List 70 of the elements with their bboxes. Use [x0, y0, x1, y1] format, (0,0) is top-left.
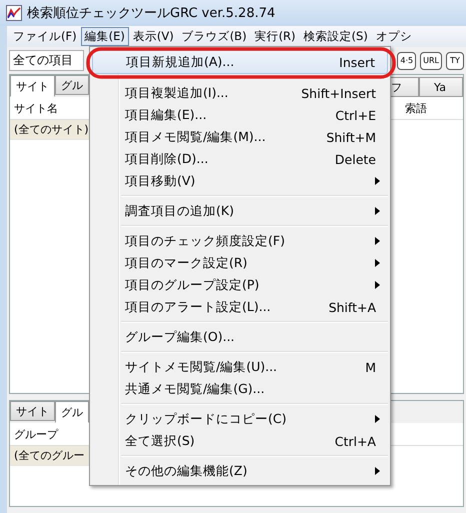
tab[interactable]: サイト [10, 401, 55, 421]
shortcut-label: Shift+Insert [301, 86, 376, 100]
submenu-arrow-icon [375, 237, 380, 245]
shortcut-label: M [365, 360, 376, 374]
menu-item[interactable]: 項目削除(D)... Delete [92, 148, 388, 170]
submenu-arrow-icon [375, 281, 380, 289]
menu-item[interactable]: 表示(V) [128, 27, 178, 46]
menu-item[interactable]: 編集(E) [80, 27, 129, 46]
toolbar-button[interactable]: URL [420, 52, 442, 70]
menu-item[interactable]: 項目移動(V) [92, 170, 388, 192]
menu-item[interactable]: 項目のグループ設定(P) [92, 274, 388, 296]
menu-item-label: その他の編集機能(Z) [125, 462, 248, 480]
shortcut-label: Shift+M [326, 130, 376, 144]
filter-dropdown[interactable]: 全ての項目 [9, 50, 84, 71]
menu-item[interactable]: クリップボードにコピー(C) [92, 408, 388, 430]
menu-item-label: 項目メモ閲覧/編集(M)... [125, 128, 267, 146]
menu-item[interactable]: オプシ [372, 27, 416, 46]
menu-item[interactable]: 項目メモ閲覧/編集(M)... Shift+M [92, 126, 388, 148]
column-header: グループ [14, 426, 58, 442]
menu-item-label: 共通メモ閲覧/編集(G)... [125, 380, 266, 398]
menu-item-label: 項目のアラート設定(L)... [125, 298, 272, 316]
toolbar-button[interactable]: 4·5 [397, 52, 416, 70]
shortcut-label: Ctrl+A [334, 434, 376, 448]
menu-item-label: 項目のチェック頻度設定(F) [125, 232, 286, 250]
tab[interactable]: グル [55, 401, 89, 423]
menu-item[interactable]: サイトメモ閲覧/編集(U)... M [92, 356, 388, 378]
menu-item-label: 項目削除(D)... [125, 150, 210, 168]
submenu-arrow-icon [375, 415, 380, 423]
menu-item[interactable]: 項目のマーク設定(R) [92, 252, 388, 274]
menu-item-label: 項目編集(E)... [125, 106, 208, 124]
menu-item-label: 項目移動(V) [125, 172, 196, 190]
menu-item-label: 項目複製追加(I)... [125, 84, 230, 102]
column-header: 索語 [405, 100, 427, 116]
menu-item-label: 項目新規追加(A)... [126, 54, 236, 70]
toolbar-button[interactable]: TY [446, 52, 464, 70]
menu-item[interactable]: 調査項目の追加(K) [92, 200, 388, 222]
tab[interactable]: サイト [10, 75, 55, 97]
menu-item[interactable]: 項目編集(E)... Ctrl+E [92, 104, 388, 126]
menu-item[interactable]: ファイル(F) [9, 27, 81, 46]
menu-item[interactable]: 検索設定(S) [300, 27, 372, 46]
menu-item[interactable]: 項目新規追加(A)... Insert [92, 50, 388, 74]
menu-item[interactable]: 実行(R) [250, 27, 300, 46]
menu-item-label: 項目のグループ設定(P) [125, 276, 260, 294]
shortcut-label: Insert [339, 54, 375, 70]
menu-item-label: 全て選択(S) [125, 432, 196, 450]
column-header: サイト名 [14, 100, 58, 116]
menu-item-label: クリップボードにコピー(C) [125, 410, 288, 428]
submenu-arrow-icon [375, 207, 380, 215]
menu-item[interactable]: 項目のチェック頻度設定(F) [92, 230, 388, 252]
menu-item[interactable]: 項目のアラート設定(L)... Shift+A [92, 296, 388, 318]
table-row[interactable]: (全てのグルー [10, 446, 90, 466]
shortcut-label: Delete [334, 152, 376, 166]
menu-item-label: 調査項目の追加(K) [125, 202, 235, 220]
menu-item-label: サイトメモ閲覧/編集(U)... [125, 358, 278, 376]
submenu-arrow-icon [375, 467, 380, 475]
menu-item-label: グループ編集(O)... [125, 328, 236, 346]
table-row[interactable]: (全てのサイト) [10, 120, 90, 140]
menu-item-label: 項目のマーク設定(R) [125, 254, 248, 272]
menu-item[interactable]: その他の編集機能(Z) [92, 460, 388, 482]
submenu-arrow-icon [375, 259, 380, 267]
window-title: 検索順位チェックツールGRC ver.5.28.74 [27, 5, 276, 22]
menu-item[interactable]: グループ編集(O)... [92, 326, 388, 348]
shortcut-label: Ctrl+E [335, 108, 376, 122]
tab[interactable]: グル [55, 75, 89, 95]
menu-item[interactable]: ブラウズ(B) [178, 27, 251, 46]
tab[interactable]: Ya [419, 77, 463, 97]
shortcut-label: Shift+A [328, 300, 376, 314]
menu-item[interactable]: 全て選択(S) Ctrl+A [92, 430, 388, 452]
menu-item[interactable]: 共通メモ閲覧/編集(G)... [92, 378, 388, 400]
submenu-arrow-icon [375, 177, 380, 185]
